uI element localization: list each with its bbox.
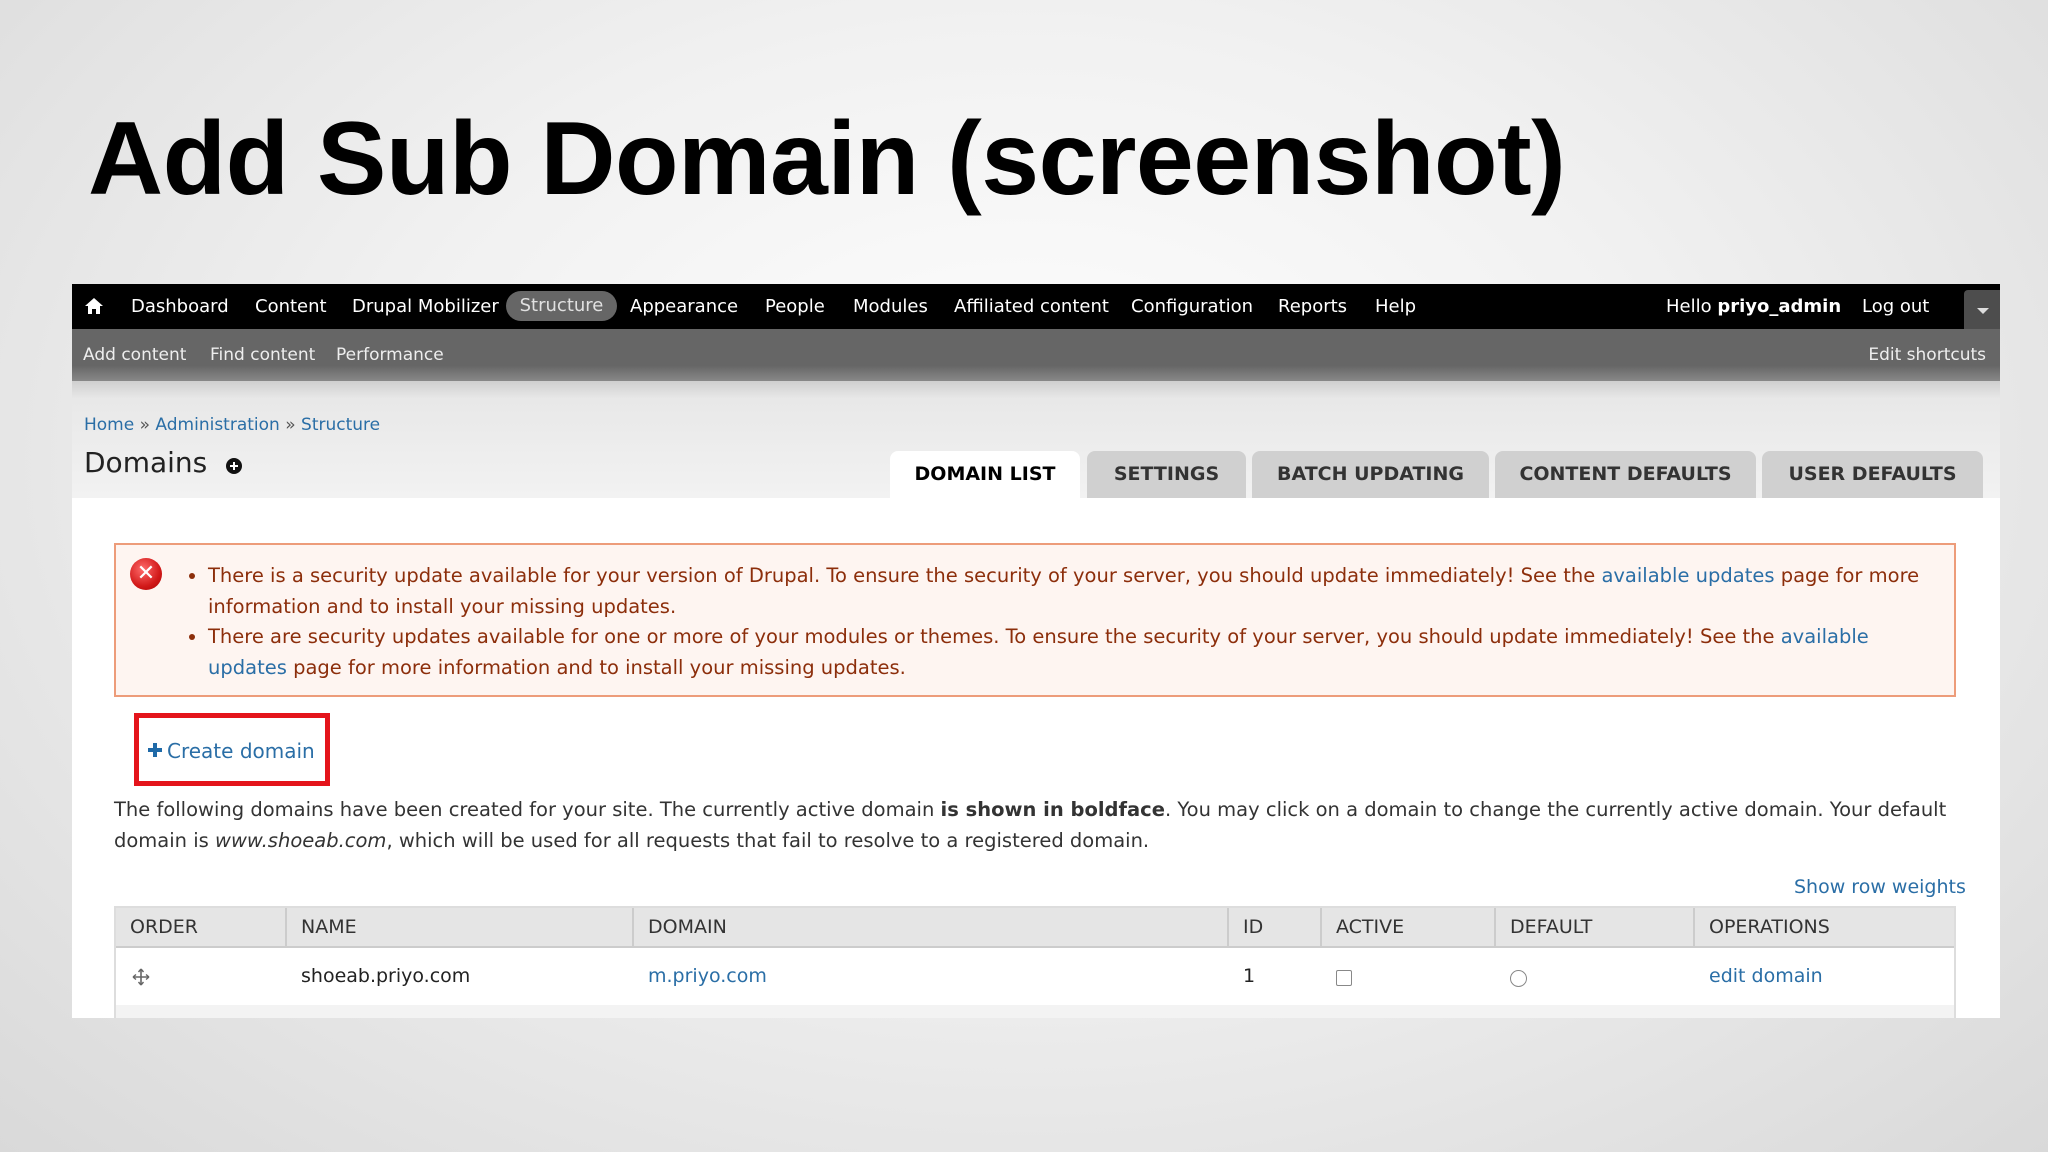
message-item: There is a security update available for…	[208, 561, 1938, 622]
tab-batch-updating[interactable]: BATCH UPDATING	[1252, 451, 1489, 498]
tab-domain-list[interactable]: DOMAIN LIST	[890, 451, 1080, 498]
desc-part1: The following domains have been created …	[114, 798, 941, 821]
desc-part3: , which will be used for all requests th…	[386, 829, 1150, 852]
toolbar-configuration[interactable]: Configuration	[1131, 296, 1253, 317]
add-shortcut-icon[interactable]	[226, 458, 242, 474]
shortcut-add-content[interactable]: Add content	[83, 345, 186, 365]
username[interactable]: priyo_admin	[1717, 296, 1841, 317]
desc-bold: is shown in boldface	[940, 798, 1165, 821]
greeting-prefix: Hello	[1666, 296, 1718, 317]
domains-description: The following domains have been created …	[114, 794, 1964, 856]
error-messages: ✕ There is a security update available f…	[114, 543, 1956, 697]
drag-handle-icon[interactable]	[132, 968, 150, 986]
edit-shortcuts-link[interactable]: Edit shortcuts	[1868, 345, 1986, 365]
breadcrumb: Home » Administration » Structure	[84, 415, 380, 435]
toolbar-reports[interactable]: Reports	[1278, 296, 1347, 317]
drupal-screenshot: Dashboard Content Drupal Mobilizer Struc…	[72, 284, 2000, 1018]
message-list: There is a security update available for…	[208, 561, 1938, 683]
breadcrumb-administration[interactable]: Administration	[155, 415, 279, 435]
toolbar-modules[interactable]: Modules	[853, 296, 928, 317]
table-row-partial	[116, 1005, 1954, 1018]
plus-icon	[148, 743, 162, 757]
shortcuts-bar: Add content Find content Performance Edi…	[72, 329, 2000, 381]
available-updates-link[interactable]: available updates	[1601, 564, 1774, 587]
table-row: shoeab.priyo.com m.priyo.com 1 edit doma…	[116, 948, 1954, 1005]
slide-title: Add Sub Domain (screenshot)	[88, 101, 1566, 217]
col-name: NAME	[287, 908, 634, 946]
col-default: DEFAULT	[1496, 908, 1695, 946]
shortcut-performance[interactable]: Performance	[336, 345, 444, 365]
breadcrumb-home[interactable]: Home	[84, 415, 134, 435]
message-tail: page for more information and to install…	[286, 655, 906, 679]
col-operations: OPERATIONS	[1709, 916, 1830, 938]
breadcrumb-separator: »	[139, 415, 151, 435]
table-header: ORDER NAME DOMAIN ID ACTIVE DEFAULT OPER…	[116, 908, 1954, 948]
edit-domain-link[interactable]: edit domain	[1709, 965, 1823, 987]
create-domain-link[interactable]: Create domain	[167, 739, 315, 763]
desc-italic: www.shoeab.com	[215, 829, 387, 852]
breadcrumb-structure[interactable]: Structure	[301, 415, 380, 435]
toolbar-affiliated-content[interactable]: Affiliated content	[954, 296, 1109, 317]
toolbar-dashboard[interactable]: Dashboard	[131, 296, 229, 317]
toolbar-drupal-mobilizer[interactable]: Drupal Mobilizer	[352, 296, 499, 317]
toolbar-content[interactable]: Content	[255, 296, 327, 317]
home-icon[interactable]	[84, 296, 104, 316]
tab-content-defaults[interactable]: CONTENT DEFAULTS	[1495, 451, 1756, 498]
row-name[interactable]: shoeab.priyo.com	[301, 965, 470, 987]
admin-toolbar: Dashboard Content Drupal Mobilizer Struc…	[72, 284, 2000, 329]
active-checkbox[interactable]	[1336, 970, 1352, 986]
col-order: ORDER	[116, 908, 287, 946]
error-icon: ✕	[130, 558, 162, 590]
toolbar-people[interactable]: People	[765, 296, 825, 317]
message-item: There are security updates available for…	[208, 622, 1938, 683]
col-id: ID	[1229, 908, 1322, 946]
show-row-weights-link[interactable]: Show row weights	[1794, 876, 1966, 898]
tab-user-defaults[interactable]: USER DEFAULTS	[1762, 451, 1983, 498]
shortcut-find-content[interactable]: Find content	[210, 345, 315, 365]
domains-table: ORDER NAME DOMAIN ID ACTIVE DEFAULT OPER…	[114, 906, 1956, 1018]
message-text: There is a security update available for…	[208, 564, 1602, 587]
col-domain: DOMAIN	[634, 908, 1229, 946]
shortcuts-toggle-icon[interactable]	[1964, 290, 2000, 329]
toolbar-structure[interactable]: Structure	[506, 291, 617, 321]
row-id: 1	[1243, 965, 1256, 987]
logout-link[interactable]: Log out	[1862, 296, 1929, 317]
breadcrumb-separator: »	[285, 415, 296, 435]
toolbar-help[interactable]: Help	[1375, 296, 1416, 317]
page-title: Domains	[84, 446, 208, 479]
toolbar-appearance[interactable]: Appearance	[630, 296, 738, 317]
row-domain-link[interactable]: m.priyo.com	[648, 965, 767, 987]
default-radio[interactable]	[1510, 970, 1527, 987]
create-domain-highlight: Create domain	[134, 713, 330, 786]
col-active: ACTIVE	[1322, 908, 1496, 946]
user-greeting: Hello priyo_admin	[1666, 296, 1841, 317]
tab-settings[interactable]: SETTINGS	[1087, 451, 1246, 498]
message-text: There are security updates available for…	[208, 625, 1781, 648]
